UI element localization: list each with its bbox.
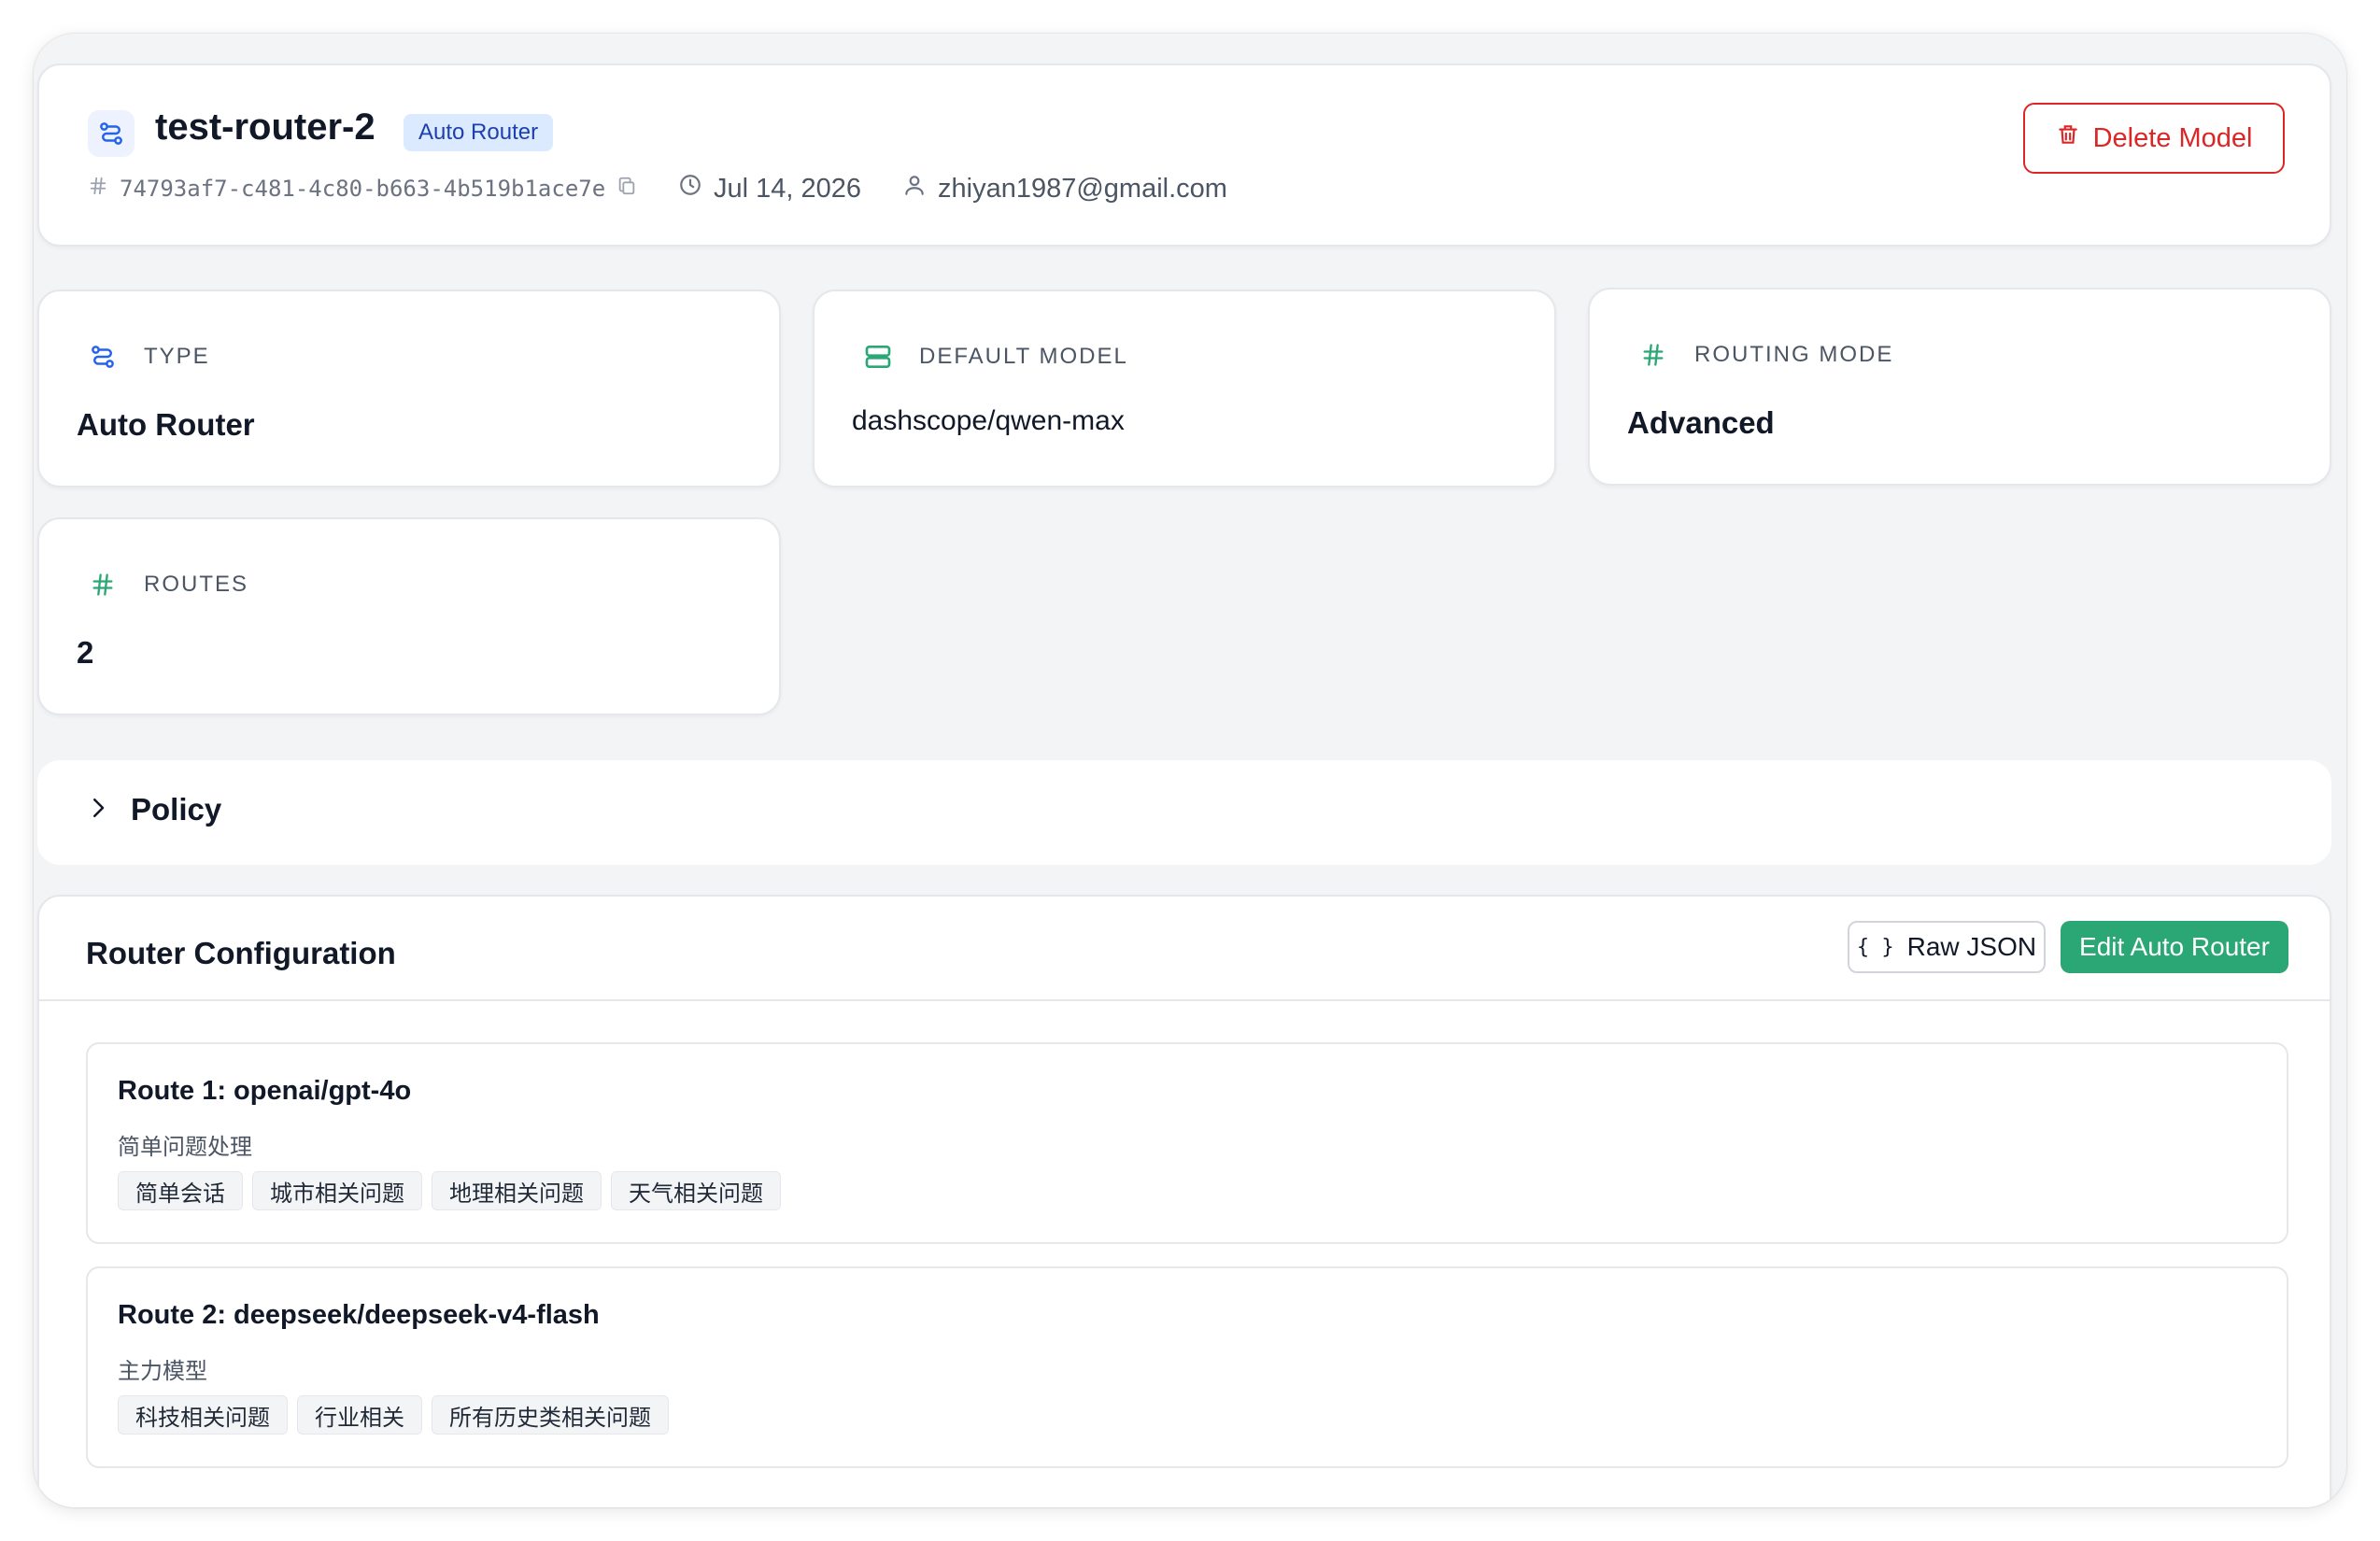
hash-icon: [1636, 338, 1670, 372]
stat-value: Auto Router: [77, 407, 255, 442]
route-description: 主力模型: [118, 1359, 207, 1384]
policy-title: Policy: [131, 792, 222, 827]
hash-icon: [88, 176, 108, 202]
route-tag: 地理相关问题: [432, 1171, 602, 1210]
created-date: Jul 14, 2026: [678, 170, 861, 207]
server-icon: [861, 340, 895, 374]
stat-value: Advanced: [1627, 405, 1775, 440]
trash-icon: [2056, 122, 2080, 154]
app-window: test-router-2 Auto Router 74793af7-c481-…: [34, 34, 2346, 1507]
delete-model-label: Delete Model: [2092, 122, 2253, 153]
route-title: Route 1: openai/gpt-4o: [118, 1076, 412, 1106]
route-title: Route 2: deepseek/deepseek-v4-flash: [118, 1300, 600, 1330]
page-title: test-router-2: [155, 106, 375, 148]
stat-card-routes: ROUTES 2: [37, 517, 781, 715]
route-tag: 城市相关问题: [252, 1171, 422, 1210]
stat-label: ROUTING MODE: [1694, 342, 1894, 367]
stat-label: DEFAULT MODEL: [919, 344, 1128, 369]
route-icon: [86, 340, 120, 374]
route-card: Route 2: deepseek/deepseek-v4-flash 主力模型…: [86, 1266, 2288, 1468]
owner: zhiyan1987@gmail.com: [902, 170, 1227, 207]
route-tags: 简单会话 城市相关问题 地理相关问题 天气相关问题: [118, 1171, 781, 1210]
owner-email: zhiyan1987@gmail.com: [938, 173, 1227, 204]
route-tag: 天气相关问题: [611, 1171, 781, 1210]
route-tag: 科技相关问题: [118, 1395, 288, 1435]
stat-card-type: TYPE Auto Router: [37, 290, 781, 488]
stat-card-default-model: DEFAULT MODEL dashscope/qwen-max: [813, 290, 1556, 488]
model-header: test-router-2 Auto Router 74793af7-c481-…: [37, 64, 2331, 247]
created-date-text: Jul 14, 2026: [714, 173, 862, 204]
braces-icon: { }: [1856, 935, 1894, 959]
route-tag: 所有历史类相关问题: [432, 1395, 669, 1435]
route-tag: 简单会话: [118, 1171, 243, 1210]
stat-label: ROUTES: [144, 572, 249, 597]
edit-auto-router-button[interactable]: Edit Auto Router: [2061, 921, 2288, 973]
stat-label: TYPE: [144, 344, 210, 369]
divider: [39, 999, 2330, 1001]
policy-section[interactable]: Policy: [37, 760, 2331, 865]
route-icon: [88, 110, 135, 157]
type-badge: Auto Router: [404, 114, 554, 151]
route-tags: 科技相关问题 行业相关 所有历史类相关问题: [118, 1395, 669, 1435]
section-title: Router Configuration: [86, 936, 396, 970]
route-description: 简单问题处理: [118, 1135, 252, 1160]
route-tag: 行业相关: [297, 1395, 422, 1435]
hash-icon: [86, 568, 120, 601]
raw-json-label: Raw JSON: [1906, 932, 2037, 961]
user-icon: [902, 173, 927, 205]
chevron-right-icon: [84, 794, 112, 822]
route-card: Route 1: openai/gpt-4o 简单问题处理 简单会话 城市相关问…: [86, 1042, 2288, 1244]
stat-value: 2: [77, 635, 94, 670]
model-id-text: 74793af7-c481-4c80-b663-4b519b1ace7e: [120, 176, 606, 202]
stat-card-routing-mode: ROUTING MODE Advanced: [1588, 288, 2331, 486]
model-id: 74793af7-c481-4c80-b663-4b519b1ace7e: [88, 170, 637, 207]
delete-model-button[interactable]: Delete Model: [2023, 103, 2285, 174]
copy-icon[interactable]: [616, 176, 637, 202]
clock-icon: [678, 173, 702, 205]
router-configuration: Router Configuration { } Raw JSON Edit A…: [37, 895, 2331, 1507]
stat-value: dashscope/qwen-max: [852, 405, 1125, 436]
raw-json-button[interactable]: { } Raw JSON: [1848, 921, 2046, 973]
